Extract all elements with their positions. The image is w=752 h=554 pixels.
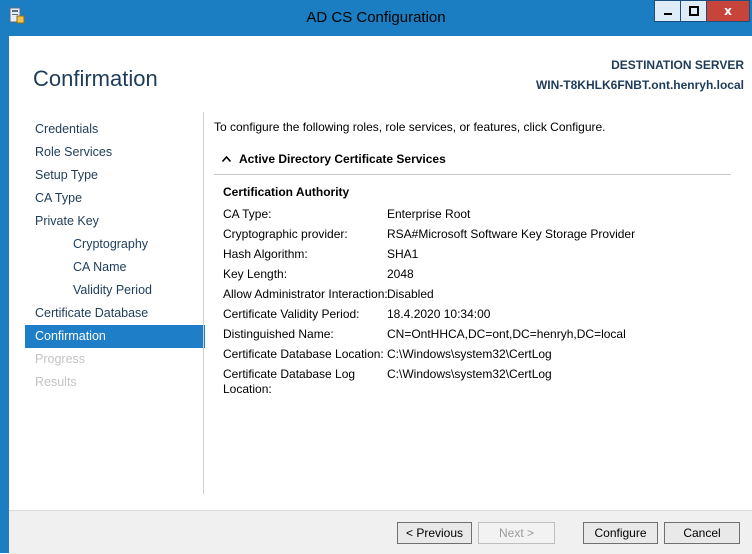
summary-row: Key Length: 2048 xyxy=(223,264,635,284)
summary-value: Enterprise Root xyxy=(387,207,471,221)
summary-value: 2048 xyxy=(387,267,414,281)
summary-row: Distinguished Name: CN=OntHHCA,DC=ont,DC… xyxy=(223,324,635,344)
nav-item-results: Results xyxy=(35,375,77,389)
summary-value: SHA1 xyxy=(387,247,419,261)
summary-row: Certificate Database Log Location: C:\Wi… xyxy=(223,364,635,401)
nav-item-certificate-database[interactable]: Certificate Database xyxy=(25,302,205,325)
wizard-content: Confirmation DESTINATION SERVER WIN-T8KH… xyxy=(9,36,752,510)
nav-item-confirmation[interactable]: Confirmation xyxy=(25,325,205,348)
ad-cs-configuration-window: AD CS Configuration x Confirmation DESTI… xyxy=(0,0,752,554)
destination-server-name: WIN-T8KHLK6FNBT.ont.henryh.local xyxy=(535,78,744,92)
summary-key: Certificate Database Log Location: xyxy=(223,367,356,396)
minimize-button[interactable] xyxy=(654,0,681,22)
summary-row: Cryptographic provider: RSA#Microsoft So… xyxy=(223,224,635,244)
summary-key: Cryptographic provider: xyxy=(223,227,348,241)
nav-item-private-key[interactable]: Private Key xyxy=(25,210,205,233)
wizard-footer: < Previous Next > Configure Cancel xyxy=(9,510,752,554)
ca-heading: Certification Authority xyxy=(223,185,350,199)
page-title: Confirmation xyxy=(33,66,158,91)
summary-row: Certificate Validity Period: 18.4.2020 1… xyxy=(223,304,635,324)
summary-value: C:\Windows\system32\CertLog xyxy=(387,367,552,381)
summary-value: 18.4.2020 10:34:00 xyxy=(387,307,491,321)
maximize-icon xyxy=(688,6,699,16)
destination-server-label: DESTINATION SERVER xyxy=(611,58,744,72)
summary-key: Certificate Validity Period: xyxy=(223,307,360,321)
nav-divider xyxy=(203,112,204,494)
nav-item-ca-name[interactable]: CA Name xyxy=(25,256,205,279)
nav-item-credentials[interactable]: Credentials xyxy=(25,118,205,141)
next-button: Next > xyxy=(478,522,555,544)
summary-key: Certificate Database Location: xyxy=(223,347,384,361)
section-header[interactable]: Active Directory Certificate Services xyxy=(222,152,446,166)
summary-row: Allow Administrator Interaction: Disable… xyxy=(223,284,635,304)
wizard-nav: Credentials Role Services Setup Type CA … xyxy=(25,118,205,394)
window-title: AD CS Configuration xyxy=(306,9,446,26)
nav-item-cryptography[interactable]: Cryptography xyxy=(25,233,205,256)
nav-item-role-services[interactable]: Role Services xyxy=(25,141,205,164)
nav-item-ca-type[interactable]: CA Type xyxy=(25,187,205,210)
summary-row: Certificate Database Location: C:\Window… xyxy=(223,344,635,364)
title-bar[interactable]: AD CS Configuration x xyxy=(0,0,752,36)
cancel-button[interactable]: Cancel xyxy=(664,522,740,544)
minimize-icon xyxy=(663,13,672,15)
close-button[interactable]: x xyxy=(706,0,750,22)
intro-text: To configure the following roles, role s… xyxy=(214,120,606,134)
nav-item-setup-type[interactable]: Setup Type xyxy=(25,164,205,187)
nav-item-progress: Progress xyxy=(35,352,86,366)
chevron-up-icon[interactable] xyxy=(222,156,231,162)
section-divider xyxy=(214,174,731,175)
close-icon: x xyxy=(724,4,732,18)
configure-button[interactable]: Configure xyxy=(583,522,658,544)
summary-rows: CA Type: Enterprise Root Cryptographic p… xyxy=(223,204,635,401)
summary-row: CA Type: Enterprise Root xyxy=(223,204,635,224)
summary-value: C:\Windows\system32\CertLog xyxy=(387,347,552,361)
previous-button[interactable]: < Previous xyxy=(397,522,472,544)
summary-value: CN=OntHHCA,DC=ont,DC=henryh,DC=local xyxy=(387,327,626,341)
summary-key: CA Type: xyxy=(223,207,272,221)
nav-item-validity-period[interactable]: Validity Period xyxy=(25,279,205,302)
summary-value: RSA#Microsoft Software Key Storage Provi… xyxy=(387,227,636,241)
window-left-border xyxy=(0,0,9,553)
section-title: Active Directory Certificate Services xyxy=(239,152,446,166)
summary-key: Hash Algorithm: xyxy=(223,247,308,261)
summary-value: Disabled xyxy=(387,287,434,301)
summary-key: Distinguished Name: xyxy=(223,327,334,341)
maximize-button[interactable] xyxy=(680,0,707,22)
summary-key: Allow Administrator Interaction: xyxy=(223,287,388,301)
summary-row: Hash Algorithm: SHA1 xyxy=(223,244,635,264)
summary-key: Key Length: xyxy=(223,267,288,281)
